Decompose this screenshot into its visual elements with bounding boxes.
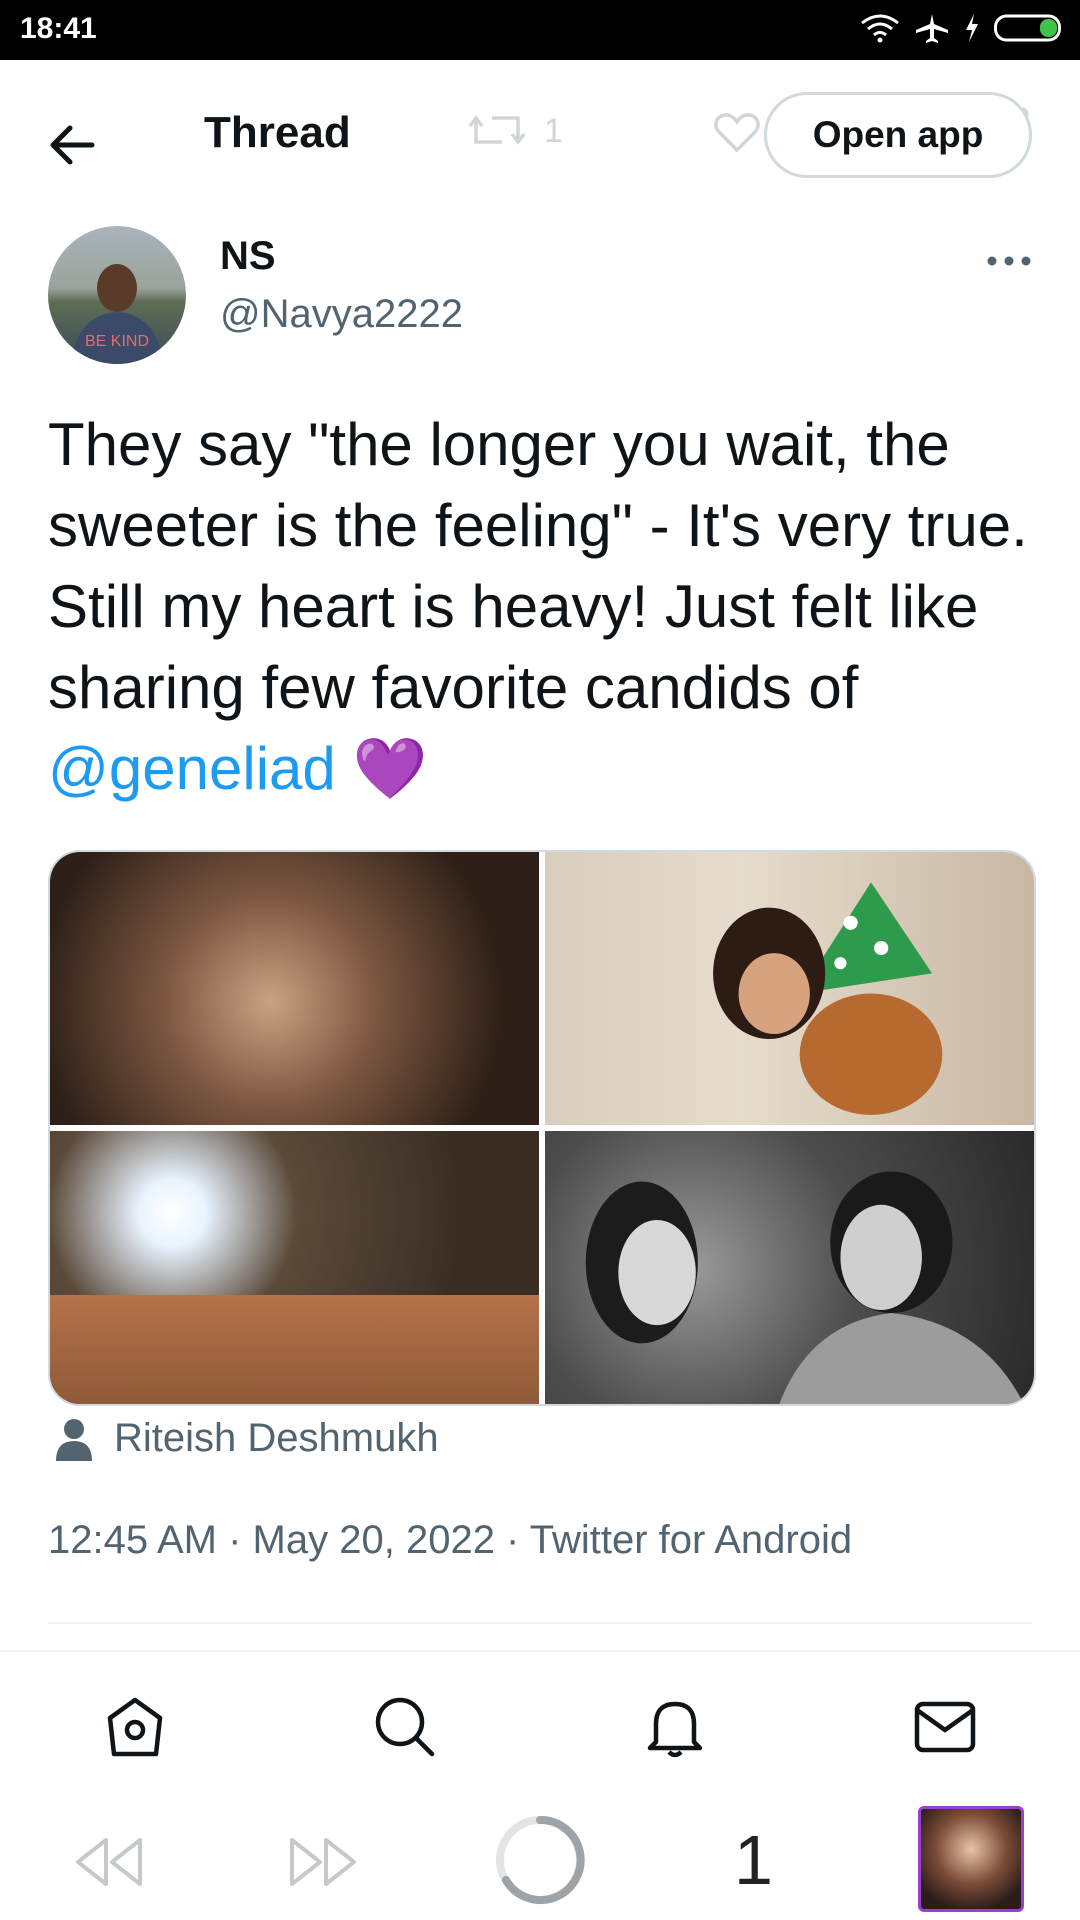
tab-home[interactable] [102,1694,168,1760]
wifi-icon [861,14,899,43]
airplane-mode-icon [916,14,948,43]
browser-nav-bar: 1 [0,1800,1080,1920]
messages-icon [914,1701,976,1753]
avatar-shirt-text: BE KIND [85,333,149,350]
top-bar: 1 1 Thread Open app [0,60,1080,200]
status-time: 18:41 [20,12,97,45]
ghost-retweet-count: 1 [544,112,563,150]
rewind-icon[interactable] [72,1834,144,1890]
tagged-person-name: Riteish Deshmukh [114,1416,439,1460]
divider [48,1622,1032,1624]
search-icon [375,1697,435,1757]
fast-forward-icon[interactable] [288,1834,360,1890]
back-button[interactable] [40,110,110,180]
ghost-retweet-icon [468,115,526,145]
bw-portraits-graphic [585,1171,1024,1404]
author-handle[interactable]: @Navya2222 [220,292,463,337]
loading-spinner-icon [496,1815,585,1904]
author-name[interactable]: NS [220,234,276,279]
page-title: Thread [204,108,351,157]
status-bar: 18:41 [0,0,1080,60]
tagged-people[interactable]: Riteish Deshmukh [54,1416,439,1461]
home-icon [107,1697,163,1757]
tab-count[interactable]: 1 [734,1820,773,1900]
arrow-left-icon [50,125,95,165]
bottom-tab-bar [0,1650,1080,1802]
person-icon [56,1418,92,1461]
ghost-like-icon [714,113,760,152]
tab-search[interactable] [372,1694,438,1760]
charging-icon [966,14,978,42]
photo-grid [48,850,1036,1406]
more-options-button[interactable] [984,246,1034,276]
tab-messages[interactable] [912,1694,978,1760]
profile-thumbnail[interactable] [918,1806,1024,1912]
tweet-text: They say "the longer you wait, the sweet… [48,404,1038,809]
battery-icon [994,14,1061,42]
purple-heart-emoji: 💜 [352,735,428,802]
photo-4[interactable] [545,1131,1034,1404]
photo-2[interactable] [545,852,1034,1125]
mention-link[interactable]: @geneliad [48,735,336,802]
more-dots-icon [987,256,1031,266]
avatar[interactable]: BE KIND [48,226,186,364]
photo-1[interactable] [50,852,539,1125]
party-hat-graphic [713,882,943,1115]
tab-notifications[interactable] [642,1694,708,1760]
notifications-icon [647,1701,703,1758]
status-icons [860,12,1064,44]
tweet-body: They say "the longer you wait, the sweet… [48,411,1028,721]
photo-3[interactable] [50,1131,539,1404]
open-app-button[interactable]: Open app [764,92,1032,178]
tweet-timestamp: 12:45 AM · May 20, 2022 · Twitter for An… [48,1518,853,1562]
avatar-portrait: BE KIND [70,264,164,364]
